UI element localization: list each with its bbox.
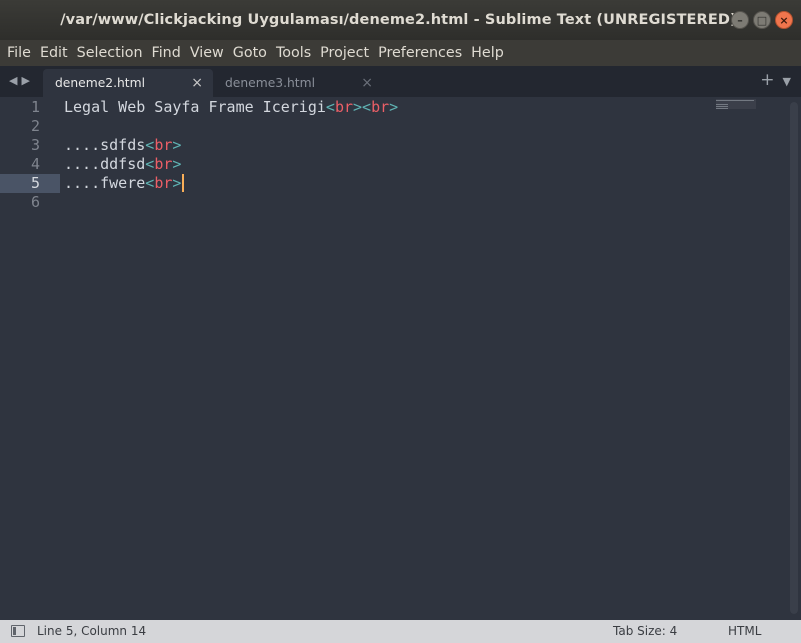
code-tag-name: br bbox=[154, 155, 173, 173]
code-text: ....ddfsd bbox=[64, 155, 146, 173]
code-tag-name: br bbox=[371, 98, 390, 116]
tab-deneme3[interactable]: deneme3.html × bbox=[213, 69, 383, 97]
new-tab-icon[interactable]: + bbox=[760, 72, 774, 89]
code-tag-name: br bbox=[154, 174, 173, 192]
code-punctuation: > bbox=[389, 98, 399, 116]
cursor-position: Line 5, Column 14 bbox=[37, 624, 147, 638]
menu-edit[interactable]: Edit bbox=[35, 40, 72, 66]
line-number-current: 5 bbox=[30, 174, 40, 192]
menu-help[interactable]: Help bbox=[466, 40, 508, 66]
menu-goto[interactable]: Goto bbox=[228, 40, 271, 66]
menu-bar: File Edit Selection Find View Goto Tools… bbox=[0, 40, 801, 66]
code-line-1: Legal Web Sayfa Frame Icerigi<br><br> bbox=[64, 98, 398, 117]
minimap-line bbox=[716, 106, 728, 107]
code-line-5: ....fwere<br> bbox=[64, 174, 185, 193]
code-punctuation: > bbox=[172, 155, 182, 173]
code-punctuation: > bbox=[172, 174, 182, 192]
code-punctuation: < bbox=[145, 155, 155, 173]
tab-bar: ◀ ▶ deneme2.html × deneme3.html × + ▼ bbox=[0, 66, 801, 97]
code-punctuation: > bbox=[172, 136, 182, 154]
tab-label: deneme3.html bbox=[225, 76, 316, 90]
menu-preferences[interactable]: Preferences bbox=[373, 40, 466, 66]
editor-area[interactable]: 1 2 3 4 5 6 Legal Web Sayfa Frame Icerig… bbox=[0, 97, 801, 620]
tab-tools: + ▼ bbox=[760, 72, 791, 89]
maximize-button[interactable]: □ bbox=[753, 11, 771, 29]
window-title: /var/www/Clickjacking Uygulaması/deneme2… bbox=[60, 12, 737, 28]
code-tag-name: br bbox=[154, 136, 173, 154]
code-line-3: ....sdfds<br> bbox=[64, 136, 181, 155]
tab-next-icon[interactable]: ▶ bbox=[21, 74, 29, 87]
status-bar: Line 5, Column 14 Tab Size: 4 HTML bbox=[0, 620, 801, 643]
menu-find[interactable]: Find bbox=[147, 40, 185, 66]
line-number: 1 bbox=[30, 98, 40, 116]
menu-project[interactable]: Project bbox=[315, 40, 373, 66]
minimap-line bbox=[716, 108, 728, 109]
code-text: Legal Web Sayfa Frame Icerigi bbox=[64, 98, 326, 116]
tab-close-icon[interactable]: × bbox=[191, 75, 203, 91]
tab-size-selector[interactable]: Tab Size: 4 bbox=[613, 624, 677, 638]
menu-selection[interactable]: Selection bbox=[72, 40, 147, 66]
minimize-button[interactable]: – bbox=[731, 11, 749, 29]
minimap-line bbox=[716, 104, 728, 105]
menu-view[interactable]: View bbox=[185, 40, 228, 66]
minimap[interactable] bbox=[716, 99, 760, 111]
line-number: 4 bbox=[30, 155, 40, 173]
code-line-4: ....ddfsd<br> bbox=[64, 155, 181, 174]
tab-close-icon[interactable]: × bbox=[361, 75, 373, 91]
code-punctuation: < bbox=[362, 98, 372, 116]
sidebar-toggle-icon[interactable] bbox=[11, 625, 25, 637]
line-number: 6 bbox=[30, 193, 40, 211]
window-controls: – □ × bbox=[731, 11, 793, 29]
title-bar: /var/www/Clickjacking Uygulaması/deneme2… bbox=[0, 0, 801, 40]
scrollbar-thumb[interactable] bbox=[790, 102, 798, 614]
text-cursor bbox=[182, 174, 185, 192]
code-text: ....sdfds bbox=[64, 136, 146, 154]
code-punctuation: < bbox=[145, 136, 155, 154]
menu-file[interactable]: File bbox=[2, 40, 35, 66]
code-punctuation: > bbox=[353, 98, 363, 116]
code-text: ....fwere bbox=[64, 174, 146, 192]
tab-nav: ◀ ▶ bbox=[9, 74, 30, 87]
close-button[interactable]: × bbox=[775, 11, 793, 29]
tab-label: deneme2.html bbox=[55, 76, 146, 90]
syntax-selector[interactable]: HTML bbox=[728, 624, 761, 638]
line-number: 2 bbox=[30, 117, 40, 135]
tab-prev-icon[interactable]: ◀ bbox=[9, 74, 17, 87]
menu-tools[interactable]: Tools bbox=[271, 40, 315, 66]
line-number: 3 bbox=[30, 136, 40, 154]
code-tag-name: br bbox=[334, 98, 353, 116]
tab-deneme2[interactable]: deneme2.html × bbox=[43, 69, 213, 97]
code-punctuation: < bbox=[145, 174, 155, 192]
tab-list-chevron-down-icon[interactable]: ▼ bbox=[783, 75, 791, 89]
code-punctuation: < bbox=[325, 98, 335, 116]
minimap-line bbox=[716, 100, 754, 101]
